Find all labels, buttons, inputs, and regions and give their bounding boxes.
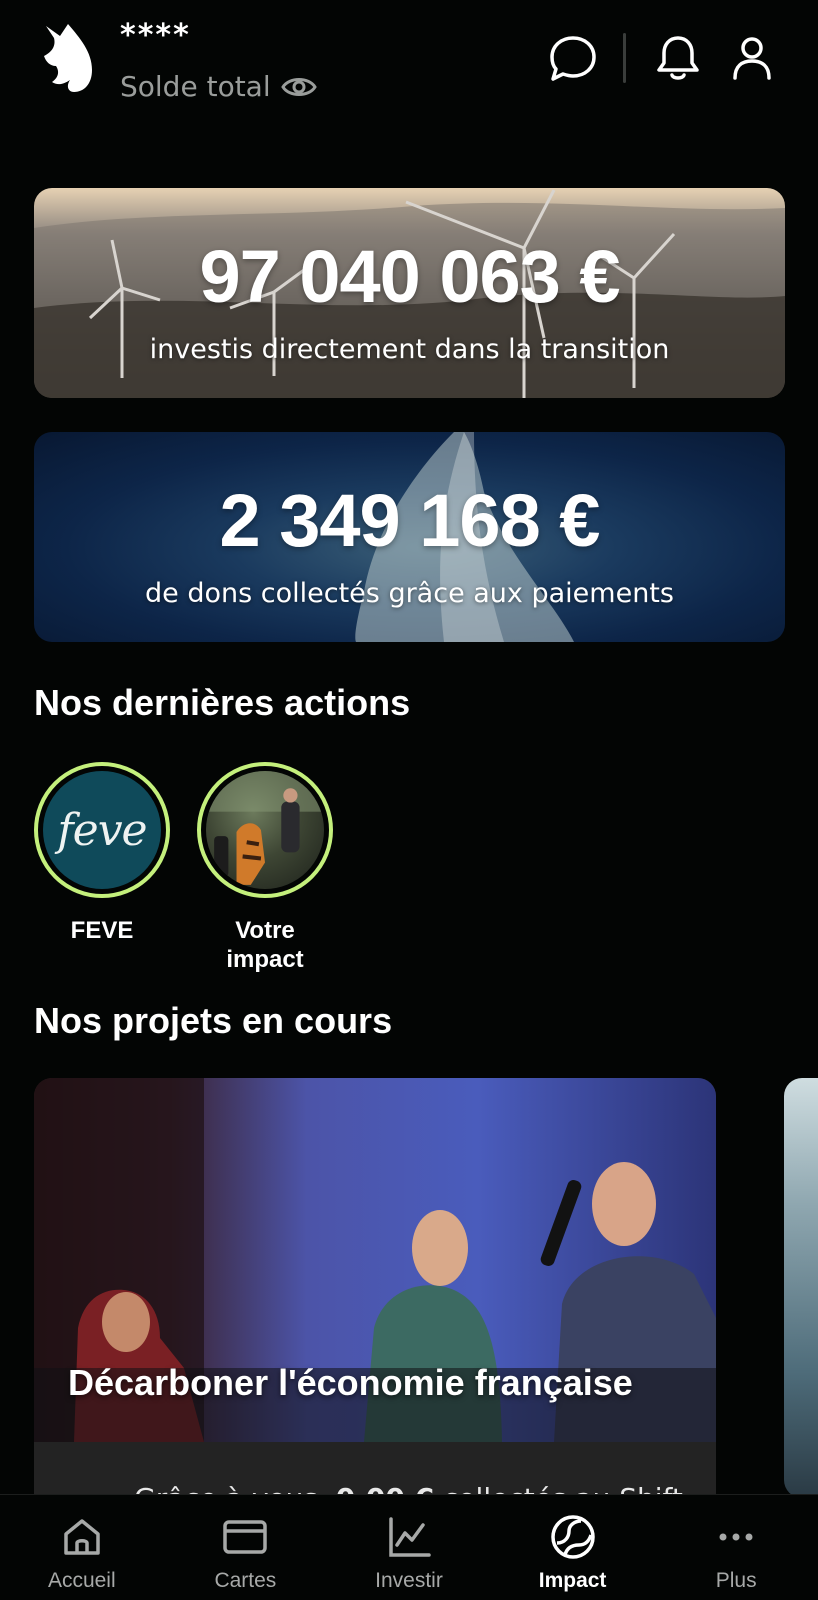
chart-icon xyxy=(389,1517,431,1557)
donations-stat-card[interactable]: 2 349 168 € de dons collectés grâce aux … xyxy=(34,432,785,642)
nav-label: Plus xyxy=(715,1569,757,1592)
invested-label: investis directement dans la transition xyxy=(149,334,670,365)
actions-section-title: Nos dernières actions xyxy=(34,682,411,723)
more-icon xyxy=(719,1533,753,1541)
impact-photo-image xyxy=(206,771,324,885)
nav-label: Impact xyxy=(538,1569,607,1592)
nav-cartes[interactable]: Cartes xyxy=(164,1495,328,1600)
story-label: Votre impact xyxy=(226,917,304,973)
bell-icon[interactable] xyxy=(652,32,704,84)
eye-icon[interactable] xyxy=(280,74,317,100)
story-votre-impact[interactable]: Votre impact xyxy=(197,762,333,974)
nav-label: Accueil xyxy=(47,1569,116,1592)
project-title: Décarboner l'économie française xyxy=(68,1362,633,1403)
nav-investir[interactable]: Investir xyxy=(327,1495,491,1600)
nav-label: Cartes xyxy=(214,1569,277,1592)
next-project-card[interactable] xyxy=(784,1078,818,1498)
balance-label: Solde total xyxy=(120,70,271,103)
donations-amount: 2 349 168 € xyxy=(219,479,601,562)
balance-toggle[interactable]: Solde total xyxy=(120,70,317,103)
invested-stat-card[interactable]: 97 040 063 € investis directement dans l… xyxy=(34,188,785,398)
projects-section-title: Nos projets en cours xyxy=(34,1000,393,1041)
masked-balance: **** xyxy=(120,18,191,53)
nav-impact[interactable]: Impact xyxy=(491,1495,655,1600)
nav-plus[interactable]: Plus xyxy=(654,1495,818,1600)
header-divider xyxy=(623,33,626,83)
bottom-nav: Accueil Cartes Investir Impact Plus xyxy=(0,1494,818,1600)
feve-logo: feve xyxy=(43,771,161,889)
home-icon xyxy=(64,1519,100,1555)
nav-accueil[interactable]: Accueil xyxy=(0,1495,164,1600)
profile-icon[interactable] xyxy=(726,32,778,84)
chat-icon[interactable] xyxy=(547,32,599,84)
story-ring xyxy=(197,762,333,898)
story-ring: feve xyxy=(34,762,170,898)
globe-icon xyxy=(550,1515,595,1559)
logo-icon[interactable] xyxy=(40,22,98,94)
app-header: **** Solde total xyxy=(0,0,818,130)
impact-thumbnail xyxy=(206,771,324,889)
story-label: FEVE xyxy=(70,917,134,944)
story-feve[interactable]: feve FEVE xyxy=(34,762,170,974)
feve-logo-text: feve xyxy=(57,804,147,856)
invested-amount: 97 040 063 € xyxy=(199,235,620,318)
card-icon xyxy=(223,1520,268,1554)
donations-label: de dons collectés grâce aux paiements xyxy=(145,578,674,609)
nav-label: Investir xyxy=(375,1569,443,1592)
